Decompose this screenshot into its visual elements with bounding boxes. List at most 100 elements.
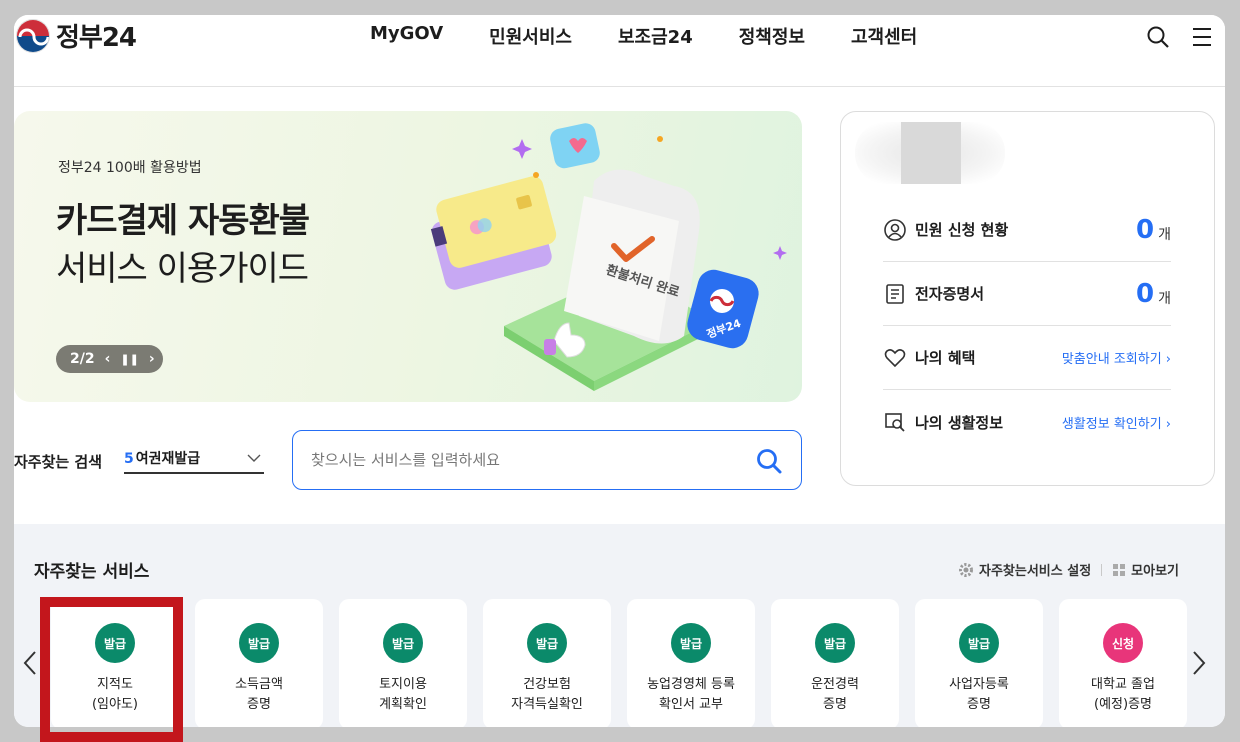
nav-mygov[interactable]: MyGOV — [370, 23, 443, 49]
service-name: 토지이용계획확인 — [339, 675, 467, 715]
certificate-count: 0 — [1136, 278, 1155, 309]
my-info-panel: 민원 신청 현황 0 개 전자증명서 0 개 나의 혜택 맞춤안내 조회하기 › — [840, 111, 1215, 486]
frequent-search-label: 자주찾는 검색 — [14, 453, 103, 471]
search-row: 자주찾는 검색 5 여권재발급 — [14, 430, 802, 490]
service-name-line1: 사업자등록 — [949, 677, 1009, 692]
service-card[interactable]: 발급토지이용계획확인 — [339, 599, 467, 727]
service-badge: 발급 — [959, 623, 999, 663]
service-name-line1: 농업경영체 등록 — [647, 677, 735, 692]
service-card[interactable]: 발급소득금액 증명 — [195, 599, 323, 727]
page-frame: 정부24 MyGOV 민원서비스 보조금24 정책정보 고객센터 정부24 10… — [14, 15, 1225, 727]
search-document-icon — [885, 413, 905, 432]
chevron-left-icon[interactable] — [20, 649, 40, 677]
main-nav: MyGOV 민원서비스 보조금24 정책정보 고객센터 — [370, 23, 917, 49]
side-row-label: 나의 생활정보 — [915, 413, 1004, 432]
section-tools: 자주찾는서비스 설정 모아보기 — [958, 560, 1179, 579]
count-unit: 개 — [1158, 226, 1171, 243]
section-title: 자주찾는 서비스 — [34, 562, 150, 582]
service-card[interactable]: 발급운전경력증명 — [771, 599, 899, 727]
view-all-button[interactable]: 모아보기 — [1112, 560, 1179, 579]
prev-slide-icon[interactable]: ‹ — [105, 351, 111, 367]
blurred-profile — [855, 122, 1005, 184]
banner-title-light: 서비스 이용가이드 — [56, 249, 309, 289]
nav-policy-info[interactable]: 정책정보 — [739, 23, 805, 49]
service-card[interactable]: 발급사업자등록증명 — [915, 599, 1043, 727]
promo-banner[interactable]: 정부24 100배 활용방법 카드결제 자동환불 서비스 이용가이드 2/2 ‹… — [14, 111, 802, 402]
service-badge: 발급 — [671, 623, 711, 663]
services-settings-button[interactable]: 자주찾는서비스 설정 — [958, 560, 1091, 579]
frequent-search-rank: 5 — [124, 451, 134, 467]
service-name: 지적도 (임야도) — [51, 675, 179, 715]
service-name: 사업자등록증명 — [915, 675, 1043, 715]
search-box — [292, 430, 802, 490]
search-submit-icon[interactable] — [755, 447, 783, 475]
service-name-line1: 운전경력 — [811, 677, 859, 692]
service-card[interactable]: 발급건강보험 자격득실확인 — [483, 599, 611, 727]
service-name-line2: 확인서 교부 — [659, 697, 723, 712]
service-name: 소득금액 증명 — [195, 675, 323, 715]
service-badge: 발급 — [239, 623, 279, 663]
service-badge: 발급 — [815, 623, 855, 663]
service-name-line2: 증명 — [823, 697, 847, 712]
frequent-services-section: 자주찾는 서비스 자주찾는서비스 설정 모아보기 발급 지적도 (임야도) 발급… — [14, 524, 1225, 727]
heart-icon — [884, 348, 906, 367]
banner-title-bold: 카드결제 자동환불 — [56, 201, 310, 241]
pause-icon[interactable]: ❚❚ — [120, 353, 138, 366]
side-row-label: 민원 신청 현황 — [915, 221, 1009, 239]
side-row-application-status[interactable]: 민원 신청 현황 0 개 — [883, 198, 1171, 262]
view-all-label: 모아보기 — [1131, 564, 1179, 579]
service-badge: 발급 — [95, 623, 135, 663]
document-icon — [886, 283, 904, 304]
header: 정부24 MyGOV 민원서비스 보조금24 정책정보 고객센터 — [14, 15, 1225, 87]
count-unit: 개 — [1158, 290, 1171, 307]
nav-civil-service[interactable]: 민원서비스 — [489, 23, 572, 49]
next-slide-icon[interactable]: › — [149, 351, 155, 367]
service-badge: 발급 — [383, 623, 423, 663]
divider — [1101, 563, 1103, 576]
life-info-link[interactable]: 생활정보 확인하기 › — [1062, 413, 1171, 432]
taegeuk-logo-icon — [16, 18, 50, 53]
benefits-link[interactable]: 맞춤안내 조회하기 › — [1062, 348, 1171, 367]
service-name-line2: (임야도) — [91, 697, 139, 712]
refund-illustration: 환불처리 완료 정부24 — [430, 123, 787, 391]
banner-pager-count: 2/2 — [70, 351, 95, 367]
application-count: 0 — [1136, 214, 1155, 245]
service-badge: 신청 — [1103, 623, 1143, 663]
service-name: 건강보험 자격득실확인 — [483, 675, 611, 715]
service-name-line2: 계획확인 — [379, 697, 427, 712]
service-card[interactable]: 신청대학교 졸업 (예정)증명 — [1059, 599, 1187, 727]
gear-icon — [958, 562, 973, 577]
search-input[interactable] — [311, 445, 731, 475]
settings-label: 자주찾는서비스 설정 — [978, 564, 1092, 579]
service-name-line1: 소득금액 — [235, 677, 283, 692]
side-row-e-certificate[interactable]: 전자증명서 0 개 — [883, 262, 1171, 326]
side-row-label: 나의 혜택 — [915, 349, 976, 367]
nav-subsidy24[interactable]: 보조금24 — [618, 23, 693, 49]
menu-icon[interactable] — [1190, 25, 1214, 49]
service-card[interactable]: 발급지적도 (임야도) — [51, 599, 179, 727]
service-name: 운전경력증명 — [771, 675, 899, 715]
service-name-line2: 증명 — [967, 697, 991, 712]
service-badge: 발급 — [527, 623, 567, 663]
grid-icon — [1113, 563, 1126, 576]
side-row-my-benefits[interactable]: 나의 혜택 맞춤안내 조회하기 › — [883, 326, 1171, 390]
chevron-down-icon — [247, 454, 261, 462]
logo[interactable]: 정부24 — [16, 17, 137, 54]
frequent-search-value: 여권재발급 — [135, 451, 201, 467]
service-card[interactable]: 발급농업경영체 등록확인서 교부 — [627, 599, 755, 727]
service-name-line1: 대학교 졸업 — [1091, 677, 1155, 692]
life-info-link-text: 생활정보 확인하기 — [1061, 416, 1162, 432]
search-icon[interactable] — [1146, 25, 1170, 49]
side-row-life-info[interactable]: 나의 생활정보 생활정보 확인하기 › — [883, 390, 1171, 454]
service-name: 대학교 졸업 (예정)증명 — [1059, 675, 1187, 715]
service-name-line2: (예정)증명 — [1094, 697, 1152, 712]
frequent-search-dropdown[interactable]: 5 여권재발급 — [124, 448, 264, 474]
nav-customer-center[interactable]: 고객센터 — [851, 23, 917, 49]
user-circle-icon — [884, 218, 906, 241]
logo-text: 정부24 — [56, 23, 137, 53]
side-row-label: 전자증명서 — [915, 285, 985, 303]
service-name: 농업경영체 등록확인서 교부 — [627, 675, 755, 715]
chevron-right-icon[interactable] — [1189, 649, 1209, 677]
service-name-line1: 토지이용 — [379, 677, 427, 692]
service-name-line1: 지적도 — [97, 677, 133, 692]
